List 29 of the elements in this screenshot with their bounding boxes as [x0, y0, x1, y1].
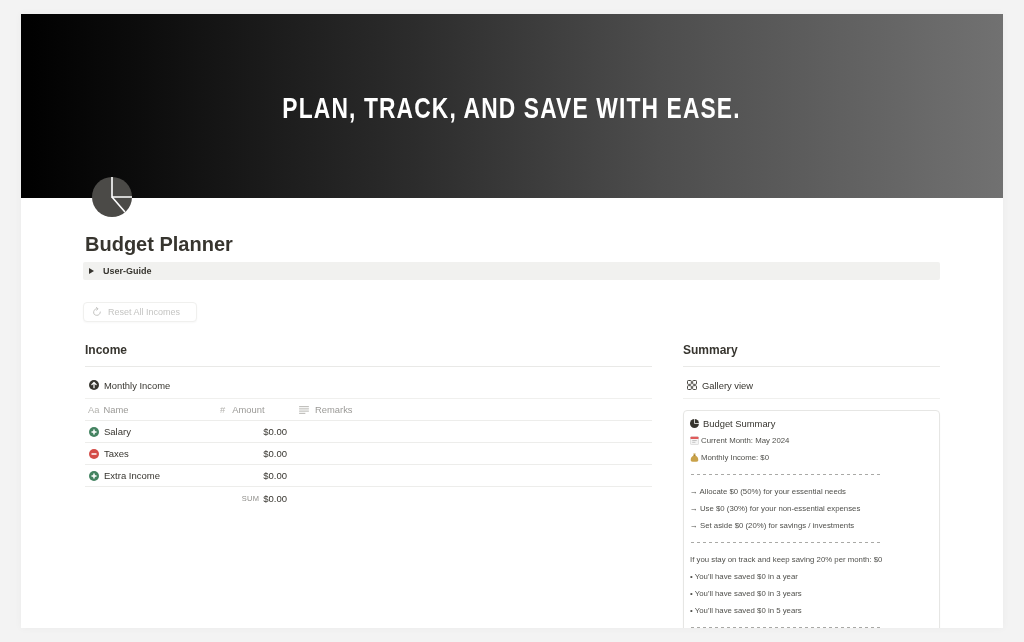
- column-header[interactable]: Aa Name: [85, 399, 215, 420]
- amount-value: $0.00: [263, 470, 287, 481]
- user-guide-toggle[interactable]: User-Guide: [83, 262, 940, 280]
- row-title: Extra Income: [104, 470, 160, 481]
- calendar-icon: [690, 436, 699, 445]
- row-title: Taxes: [104, 448, 129, 459]
- card-title: Budget Summary: [703, 417, 776, 429]
- amount-value: $0.00: [263, 448, 287, 459]
- view-tab[interactable]: Monthly Income: [85, 377, 171, 393]
- column-header[interactable]: # Amount: [215, 399, 292, 420]
- amount-value: $0.00: [263, 426, 287, 437]
- page-title: Budget Planner: [85, 232, 233, 256]
- money-bag-icon: [690, 453, 699, 462]
- lines-icon: [299, 405, 309, 414]
- refresh-icon: [92, 307, 102, 317]
- arrow-up-circle-icon: [89, 380, 99, 390]
- pie-chart-icon: [690, 418, 699, 428]
- cover-headline: PLAN, TRACK, AND SAVE WITH EASE.: [282, 91, 742, 125]
- title-type-icon: Aa: [88, 404, 100, 415]
- view-tab[interactable]: Gallery view: [683, 377, 754, 393]
- pie-chart-icon: [92, 177, 132, 217]
- row-title: Salary: [104, 426, 131, 437]
- section-heading: Income: [85, 342, 127, 358]
- gallery-card[interactable]: [683, 410, 940, 628]
- hash-icon: #: [220, 404, 226, 415]
- section-heading: Summary: [683, 342, 738, 358]
- column-header[interactable]: Remarks: [292, 399, 652, 420]
- grid-icon: [687, 380, 697, 390]
- sum-value: $0.00: [263, 492, 287, 504]
